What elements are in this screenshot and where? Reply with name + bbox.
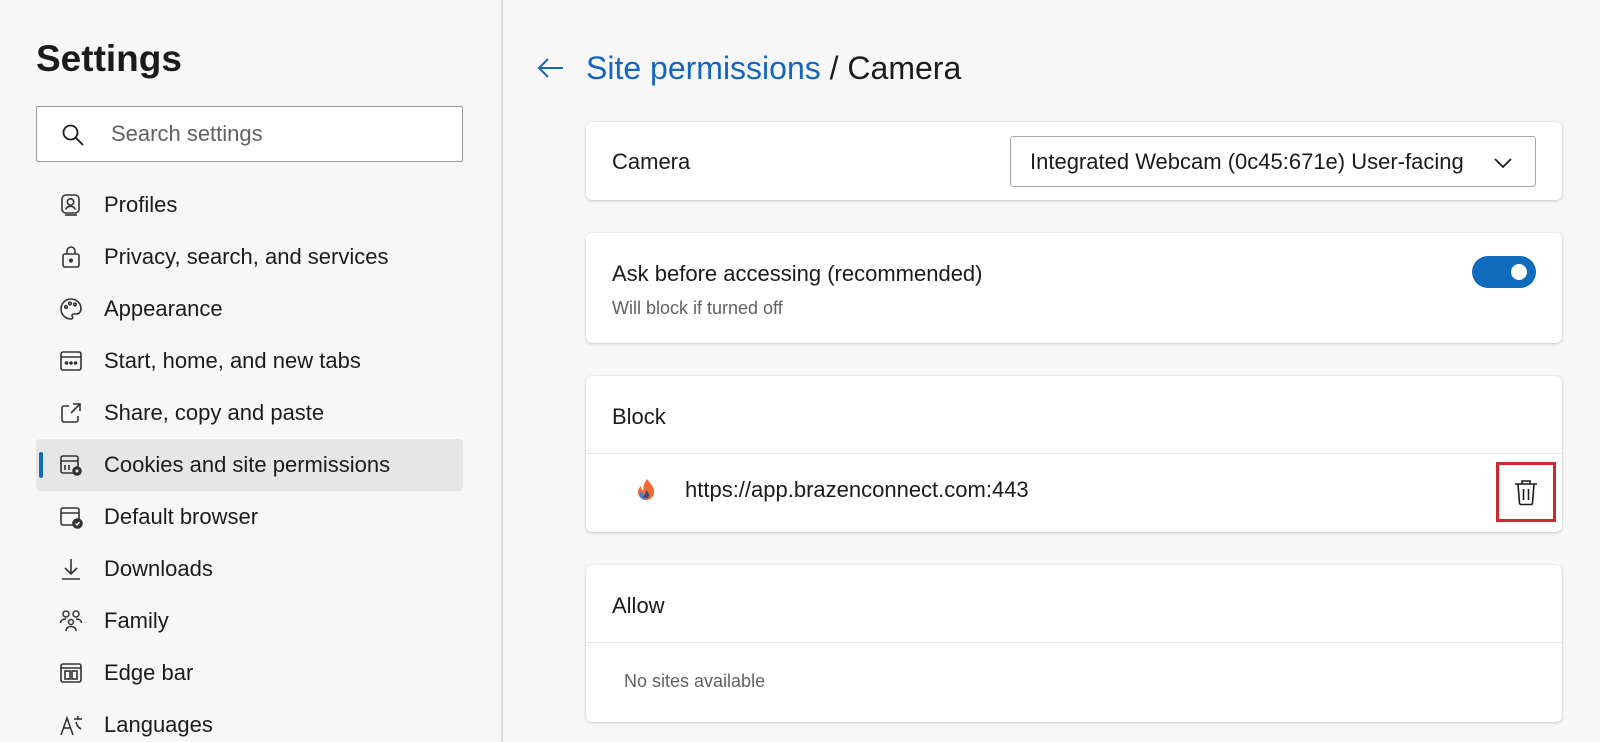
sidebar-item-label: Edge bar (104, 660, 194, 685)
profile-icon (61, 194, 80, 216)
sidebar-item-family[interactable]: Family (36, 595, 463, 647)
back-arrow-icon[interactable] (535, 52, 567, 84)
download-icon (62, 559, 80, 580)
ask-before-access-sublabel: Will block if turned off (612, 298, 783, 318)
divider (586, 642, 1562, 643)
sidebar-item-label: Downloads (104, 556, 213, 581)
divider (586, 453, 1562, 454)
breadcrumb: Site permissions / Camera (586, 50, 961, 87)
languages-icon (60, 715, 82, 736)
sidebar-item-label: Cookies and site permissions (104, 452, 391, 477)
sidebar-item-label: Privacy, search, and services (104, 244, 389, 269)
sidebar-item-label: Profiles (104, 192, 178, 217)
sidebar-item-label: Share, copy and paste (104, 400, 325, 425)
sidebar-item-profiles[interactable]: Profiles (36, 179, 463, 231)
sidebar-item-cookies[interactable]: Cookies and site permissions (36, 439, 463, 491)
camera-label: Camera (612, 149, 691, 174)
camera-device-card: Camera Integrated Webcam (0c45:671e) Use… (586, 122, 1562, 200)
search-icon (62, 124, 84, 146)
block-list-card: Block https://app.brazenconnect.com:443 (586, 376, 1562, 532)
start-tabs-icon (60, 351, 82, 371)
sidebar-item-label: Family (104, 608, 169, 633)
sidebar-item-label: Languages (104, 712, 213, 737)
sidebar-item-label: Default browser (104, 504, 259, 529)
sidebar-item-start-home[interactable]: Start, home, and new tabs (36, 335, 463, 387)
edge-bar-icon (60, 663, 82, 683)
search-box[interactable] (36, 106, 463, 162)
page-title: Camera (847, 50, 962, 86)
cookies-icon (60, 455, 82, 476)
family-icon (59, 610, 83, 632)
default-browser-icon (60, 507, 83, 529)
sidebar-item-label: Appearance (104, 296, 223, 321)
lock-icon (62, 246, 80, 268)
sidebar-item-default-browser[interactable]: Default browser (36, 491, 463, 543)
ask-before-access-label: Ask before accessing (recommended) (612, 261, 983, 286)
sidebar: Settings Profiles Privacy, search, and s… (0, 0, 503, 742)
sidebar-item-share[interactable]: Share, copy and paste (36, 387, 463, 439)
sidebar-item-downloads[interactable]: Downloads (36, 543, 463, 595)
sidebar-item-label: Start, home, and new tabs (104, 348, 361, 373)
sidebar-item-appearance[interactable]: Appearance (36, 283, 463, 335)
sidebar-item-edge-bar[interactable]: Edge bar (36, 647, 463, 699)
search-input[interactable] (111, 117, 441, 151)
camera-device-value: Integrated Webcam (0c45:671e) User-facin… (1030, 149, 1464, 174)
ask-before-access-card: Ask before accessing (recommended) Will … (586, 233, 1562, 343)
trash-icon (1515, 480, 1537, 506)
breadcrumb-site-permissions-link[interactable]: Site permissions (586, 50, 821, 86)
site-favicon-icon (638, 479, 654, 501)
main-content: Site permissions / Camera Camera Integra… (505, 0, 1600, 742)
allow-list-card: Allow No sites available (586, 565, 1562, 722)
blocked-site-url: https://app.brazenconnect.com:443 (685, 477, 1029, 502)
sidebar-item-privacy[interactable]: Privacy, search, and services (36, 231, 463, 283)
sidebar-nav: Profiles Privacy, search, and services A… (36, 179, 463, 742)
allow-empty-message: No sites available (624, 671, 766, 691)
delete-site-button[interactable] (1496, 462, 1556, 522)
sidebar-title: Settings (36, 38, 182, 79)
sidebar-item-languages[interactable]: Languages (36, 699, 463, 742)
share-icon (61, 403, 81, 423)
allow-section-title: Allow (612, 593, 665, 618)
ask-before-access-toggle[interactable] (1472, 256, 1536, 288)
breadcrumb-separator: / (820, 50, 848, 86)
block-section-title: Block (612, 404, 666, 429)
palette-icon (60, 298, 82, 320)
chevron-down-icon (1494, 158, 1512, 169)
camera-device-select[interactable]: Integrated Webcam (0c45:671e) User-facin… (1010, 136, 1536, 187)
